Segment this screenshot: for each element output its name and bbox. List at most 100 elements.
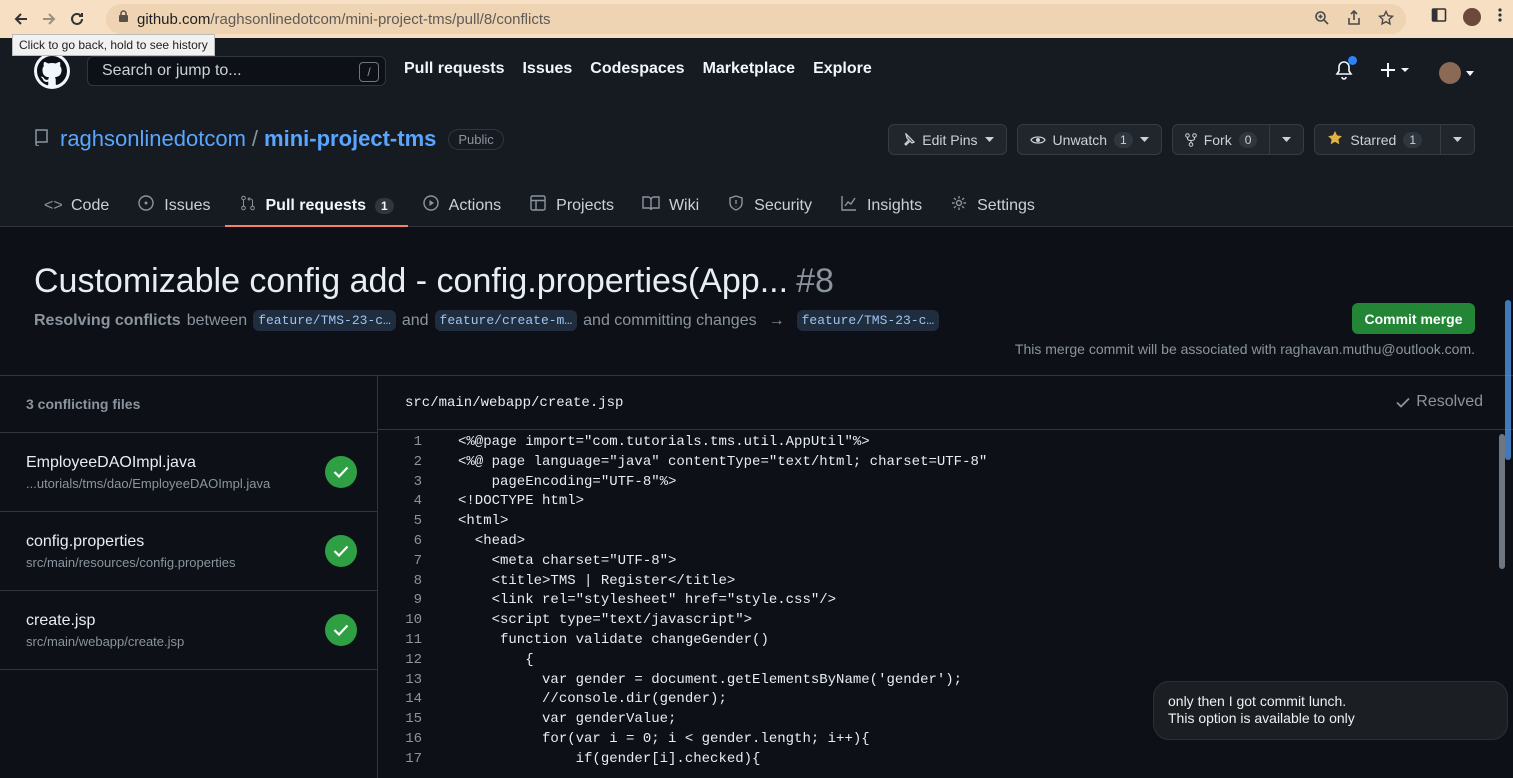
code-text: <html> bbox=[458, 513, 509, 530]
editor-header: src/main/webapp/create.jsp Resolved bbox=[378, 376, 1513, 430]
zoom-icon[interactable] bbox=[1314, 10, 1330, 31]
code-line[interactable]: 2 <%@ page language="java" contentType="t… bbox=[378, 454, 1498, 474]
global-nav: Pull requests Issues Codespaces Marketpl… bbox=[404, 60, 872, 78]
tab-security[interactable]: Security bbox=[713, 184, 826, 227]
notification-dot bbox=[1347, 56, 1357, 65]
tab-wiki[interactable]: Wiki bbox=[628, 184, 713, 227]
code-text: for(var i = 0; i < gender.length; i++){ bbox=[458, 730, 870, 747]
repo-name-link[interactable]: mini-project-tms bbox=[264, 126, 436, 152]
search-input[interactable]: Search or jump to... / bbox=[87, 56, 386, 86]
repo-header: raghsonlinedotcom / mini-project-tms Pub… bbox=[0, 104, 1513, 227]
browser-toolbar: github.com/raghsonlinedotcom/mini-projec… bbox=[0, 0, 1513, 38]
tab-issues[interactable]: Issues bbox=[123, 184, 224, 227]
shield-icon bbox=[727, 195, 745, 216]
code-text: pageEncoding="UTF-8"%> bbox=[458, 473, 677, 490]
page-scrollbar[interactable] bbox=[1505, 300, 1511, 460]
code-line[interactable]: 4 <!DOCTYPE html> bbox=[378, 493, 1498, 513]
line-number: 9 bbox=[413, 592, 422, 609]
code-line[interactable]: 11 function validate changeGender() bbox=[378, 632, 1498, 652]
repo-tabs: <> Code Issues Pull requests 1 Actions P… bbox=[30, 184, 1049, 227]
forward-icon[interactable] bbox=[35, 5, 63, 33]
nav-issues[interactable]: Issues bbox=[522, 60, 572, 78]
play-icon bbox=[422, 195, 440, 216]
commit-merge-button[interactable]: Commit merge bbox=[1352, 303, 1475, 334]
code-line[interactable]: 9 <link rel="stylesheet" href="style.css… bbox=[378, 592, 1498, 612]
address-bar[interactable]: github.com/raghsonlinedotcom/mini-projec… bbox=[106, 4, 1406, 34]
list-item[interactable]: config.properties src/main/resources/con… bbox=[0, 512, 377, 591]
code-text: <head> bbox=[458, 532, 526, 549]
fork-button[interactable]: Fork 0 bbox=[1171, 124, 1305, 155]
nav-explore[interactable]: Explore bbox=[813, 60, 872, 78]
code-line[interactable]: 10 <script type="text/javascript"> bbox=[378, 612, 1498, 632]
repo-icon bbox=[34, 126, 50, 152]
chevron-down-icon bbox=[1282, 136, 1292, 142]
reload-icon[interactable] bbox=[63, 5, 91, 33]
code-line[interactable]: 12 { bbox=[378, 652, 1498, 672]
list-item[interactable]: EmployeeDAOImpl.java ...utorials/tms/dao… bbox=[0, 433, 377, 512]
code-text: { bbox=[458, 651, 534, 668]
line-number: 10 bbox=[405, 612, 422, 629]
list-item[interactable]: create.jsp src/main/webapp/create.jsp bbox=[0, 591, 377, 670]
pull-request-header: Customizable config add - config.propert… bbox=[0, 228, 1513, 376]
tab-code[interactable]: <> Code bbox=[30, 184, 123, 227]
notifications-bell-icon[interactable] bbox=[1335, 56, 1357, 85]
star-dropdown[interactable] bbox=[1440, 125, 1474, 154]
gear-icon bbox=[950, 195, 968, 216]
line-number: 4 bbox=[413, 493, 422, 510]
sidebar-toggle-icon[interactable] bbox=[1431, 7, 1447, 28]
book-icon bbox=[642, 195, 660, 216]
branch-label-base: feature/create-m… bbox=[434, 310, 578, 331]
nav-marketplace[interactable]: Marketplace bbox=[703, 60, 796, 78]
visibility-badge: Public bbox=[448, 128, 504, 150]
code-line[interactable]: 3 pageEncoding="UTF-8"%> bbox=[378, 474, 1498, 494]
fork-count: 0 bbox=[1238, 131, 1258, 148]
github-header: Search or jump to... / Pull requests Iss… bbox=[0, 38, 1513, 104]
chevron-down-icon bbox=[1139, 136, 1149, 142]
branch-label-target: feature/TMS-23-c… bbox=[796, 310, 940, 331]
line-number: 1 bbox=[413, 434, 422, 450]
code-line[interactable]: 6 <head> bbox=[378, 533, 1498, 553]
edit-pins-button[interactable]: Edit Pins bbox=[888, 124, 1007, 155]
nav-codespaces[interactable]: Codespaces bbox=[590, 60, 684, 78]
code-text: <%@ page language="java" contentType="te… bbox=[458, 453, 988, 470]
user-avatar-menu[interactable] bbox=[1438, 61, 1475, 84]
tab-settings[interactable]: Settings bbox=[936, 184, 1049, 227]
github-logo-icon[interactable] bbox=[34, 53, 70, 89]
starred-button[interactable]: Starred 1 bbox=[1314, 124, 1475, 155]
code-line[interactable]: 17 if(gender[i].checked){ bbox=[378, 751, 1498, 771]
create-new-plus-icon[interactable] bbox=[1380, 62, 1411, 83]
line-number: 14 bbox=[405, 691, 422, 708]
graph-icon bbox=[840, 195, 858, 216]
code-text: <link rel="stylesheet" href="style.css"/… bbox=[458, 592, 837, 609]
watch-count: 1 bbox=[1114, 131, 1133, 148]
line-number: 15 bbox=[405, 711, 422, 728]
line-number: 6 bbox=[413, 532, 422, 549]
pull-request-icon bbox=[239, 195, 257, 216]
tab-projects[interactable]: Projects bbox=[515, 184, 628, 227]
fork-dropdown[interactable] bbox=[1269, 125, 1303, 154]
code-line[interactable]: 7 <meta charset="UTF-8"> bbox=[378, 553, 1498, 573]
back-icon[interactable] bbox=[7, 5, 35, 33]
share-icon[interactable] bbox=[1346, 9, 1362, 31]
conflicting-files-count: 3 conflicting files bbox=[0, 376, 377, 433]
browser-menu-icon[interactable] bbox=[1497, 7, 1503, 28]
table-icon bbox=[529, 195, 547, 216]
line-number: 8 bbox=[413, 572, 422, 589]
repo-owner-link[interactable]: raghsonlinedotcom bbox=[60, 126, 246, 152]
bookmark-star-icon[interactable] bbox=[1377, 9, 1395, 31]
tab-insights[interactable]: Insights bbox=[826, 184, 936, 227]
avatar bbox=[1438, 61, 1461, 84]
tab-actions[interactable]: Actions bbox=[408, 184, 515, 227]
chevron-down-icon bbox=[1453, 136, 1462, 142]
nav-pull-requests[interactable]: Pull requests bbox=[404, 60, 504, 78]
browser-profile-avatar[interactable] bbox=[1461, 6, 1483, 28]
unwatch-button[interactable]: Unwatch 1 bbox=[1016, 124, 1162, 155]
chat-overlay-bubble: only then I got commit lunch. This optio… bbox=[1153, 681, 1508, 740]
code-line[interactable]: 8 <title>TMS | Register</title> bbox=[378, 573, 1498, 593]
back-button-tooltip: Click to go back, hold to see history bbox=[12, 34, 215, 56]
tab-pull-requests[interactable]: Pull requests 1 bbox=[224, 184, 408, 227]
code-text: //console.dir(gender); bbox=[458, 691, 727, 708]
code-line[interactable]: 5 <html> bbox=[378, 513, 1498, 533]
code-text: var gender = document.getElementsByName(… bbox=[458, 671, 963, 688]
code-line[interactable]: 1 <%@page import="com.tutorials.tms.util.… bbox=[378, 434, 1498, 454]
